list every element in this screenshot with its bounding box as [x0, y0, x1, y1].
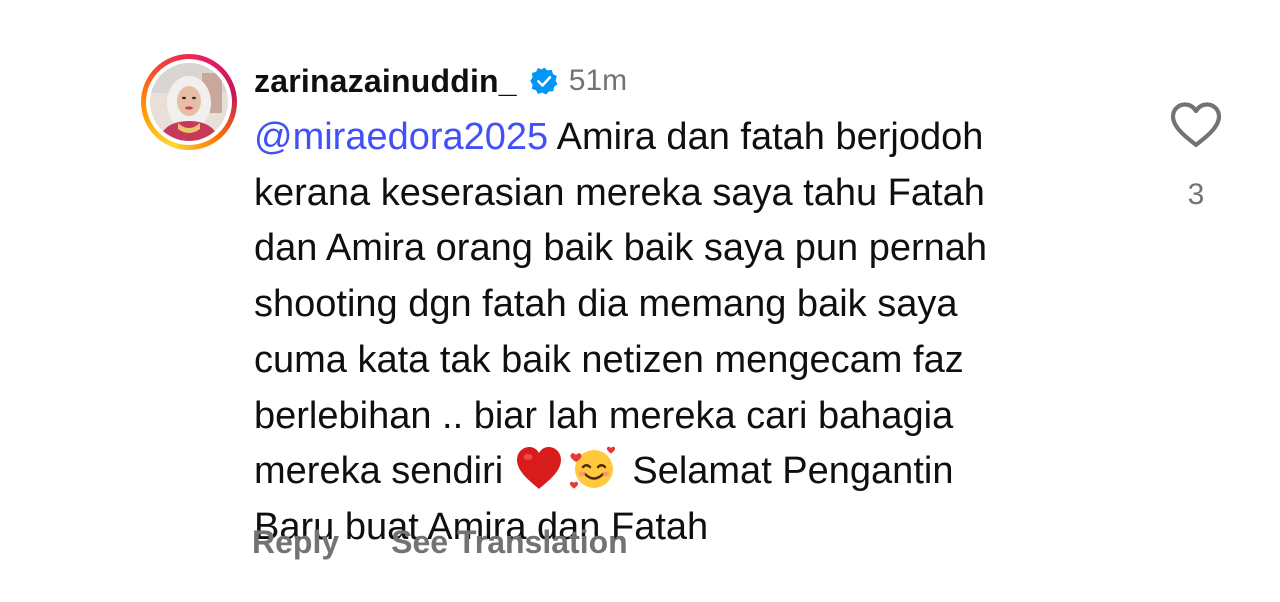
comment-actions: Reply See Translation: [252, 518, 628, 566]
avatar[interactable]: [141, 54, 237, 150]
comment-line: @miraedora2025 Amira dan fatah berjodoh: [254, 110, 1114, 166]
comment-line: kerana keserasian mereka saya tahu Fatah: [254, 171, 985, 214]
comment: zarinazainuddin_ 51m @miraedora2025 Amir…: [0, 0, 1280, 602]
comment-text: Amira dan fatah berjodoh: [548, 116, 984, 158]
like-button[interactable]: [1168, 100, 1224, 150]
like-count: 3: [1187, 178, 1205, 211]
comment-line: cuma kata tak baik netizen mengecam faz: [254, 338, 964, 381]
reply-button[interactable]: Reply: [252, 524, 339, 561]
heart-outline-icon: [1170, 102, 1222, 148]
see-translation-button[interactable]: See Translation: [391, 524, 628, 561]
verified-badge-icon: [529, 66, 559, 96]
smiling-face-with-hearts-emoji-icon: [568, 445, 618, 491]
username[interactable]: zarinazainuddin_: [254, 63, 517, 100]
comment-body: @miraedora2025 Amira dan fatah berjodoh …: [254, 110, 1114, 556]
comment-timestamp: 51m: [568, 64, 628, 97]
comment-line: berlebihan .. biar lah mereka cari bahag…: [254, 394, 954, 437]
avatar-story-ring: [146, 59, 232, 145]
comment-text: mereka sendiri: [254, 450, 504, 493]
red-heart-emoji-icon: [514, 445, 564, 491]
comment-line: dan Amira orang baik baik saya pun perna…: [254, 227, 988, 270]
avatar-image: [150, 63, 228, 141]
comment-line: mereka sendiri Selamat Pengantin: [254, 444, 1114, 500]
comment-header: zarinazainuddin_ 51m: [254, 56, 627, 106]
mention-link[interactable]: @miraedora2025: [254, 116, 548, 158]
comment-text: Selamat Pengantin: [632, 450, 954, 493]
comment-line: shooting dgn fatah dia memang baik saya: [254, 283, 958, 326]
